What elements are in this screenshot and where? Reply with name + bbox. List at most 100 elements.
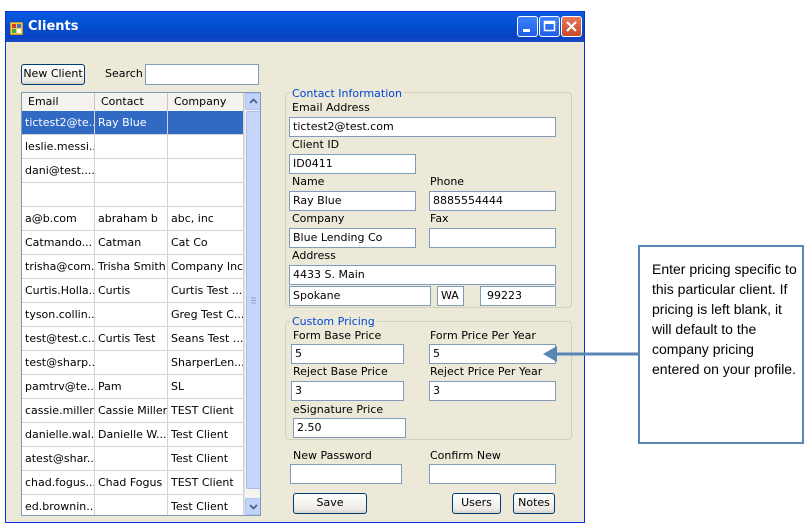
client-id-field[interactable]: ID0411 — [289, 154, 416, 174]
new-password-field[interactable] — [290, 464, 402, 484]
maximize-button[interactable] — [539, 16, 560, 37]
cell-company[interactable]: Cat Co — [168, 231, 244, 254]
cell-contact[interactable]: Pam — [95, 375, 168, 398]
cell-contact[interactable]: Curtis Test — [95, 327, 168, 350]
cell-email[interactable] — [22, 183, 95, 206]
fax-field[interactable] — [429, 228, 556, 248]
cell-company[interactable] — [168, 111, 244, 134]
cell-company[interactable]: Greg Test C... — [168, 303, 244, 326]
cell-contact[interactable]: Ray Blue — [95, 111, 168, 134]
table-row[interactable]: tictest2@te... Ray Blue — [22, 111, 244, 135]
cell-contact[interactable] — [95, 159, 168, 182]
scroll-thumb[interactable] — [246, 111, 260, 489]
cell-company[interactable]: Test Client — [168, 447, 244, 470]
cell-contact[interactable] — [95, 495, 168, 515]
search-input[interactable] — [145, 64, 259, 85]
users-button[interactable]: Users — [452, 493, 501, 514]
table-row[interactable]: tyson.collin... Greg Test C... — [22, 303, 244, 327]
table-row[interactable]: test@test.c... Curtis Test Seans Test ... — [22, 327, 244, 351]
cell-company[interactable] — [168, 183, 244, 206]
cell-email[interactable]: tyson.collin... — [22, 303, 95, 326]
cell-email[interactable]: tictest2@te... — [22, 111, 95, 134]
cell-email[interactable]: chad.fogus... — [22, 471, 95, 494]
cell-contact[interactable]: Trisha Smith — [95, 255, 168, 278]
reject-price-per-year-field[interactable]: 3 — [429, 381, 556, 401]
cell-contact[interactable]: Cassie Miller — [95, 399, 168, 422]
table-row[interactable]: pamtrv@te... Pam SL — [22, 375, 244, 399]
cell-company[interactable]: TEST Client — [168, 471, 244, 494]
scroll-up-button[interactable] — [245, 93, 260, 110]
table-row[interactable]: Catmando... Catman Cat Co — [22, 231, 244, 255]
notes-button[interactable]: Notes — [513, 493, 555, 514]
cell-email[interactable]: cassie.miller... — [22, 399, 95, 422]
table-row[interactable]: danielle.wal... Danielle W... Test Client — [22, 423, 244, 447]
cell-contact[interactable]: Curtis — [95, 279, 168, 302]
cell-email[interactable]: Catmando... — [22, 231, 95, 254]
email-field[interactable]: tictest2@test.com — [289, 117, 556, 137]
column-header-email[interactable]: Email — [22, 93, 95, 111]
table-row[interactable]: trisha@com... Trisha Smith Company Inc — [22, 255, 244, 279]
table-row[interactable]: cassie.miller...Cassie MillerTEST Client — [22, 399, 244, 423]
table-row[interactable]: Curtis.Holla... Curtis Curtis Test ... — [22, 279, 244, 303]
column-header-company[interactable]: Company — [168, 93, 244, 111]
cell-contact[interactable] — [95, 447, 168, 470]
cell-contact[interactable] — [95, 135, 168, 158]
phone-field[interactable]: 8885554444 — [429, 191, 556, 211]
cell-email[interactable]: test@sharp... — [22, 351, 95, 374]
name-field[interactable]: Ray Blue — [289, 191, 416, 211]
new-client-button[interactable]: New Client — [21, 64, 85, 85]
cell-contact[interactable]: abraham b — [95, 207, 168, 230]
zip-field[interactable]: 99223 — [480, 286, 556, 306]
column-header-contact[interactable]: Contact — [95, 93, 168, 111]
cell-company[interactable]: SL — [168, 375, 244, 398]
form-price-per-year-field[interactable]: 5 — [429, 344, 556, 364]
cell-email[interactable]: ed.brownin... — [22, 495, 95, 515]
title-bar[interactable]: Clients — [6, 12, 584, 42]
cell-company[interactable]: TEST Client — [168, 399, 244, 422]
cell-email[interactable]: test@test.c... — [22, 327, 95, 350]
cell-email[interactable]: pamtrv@te... — [22, 375, 95, 398]
cell-company[interactable]: SharperLen... — [168, 351, 244, 374]
grid-scrollbar[interactable] — [244, 93, 260, 515]
cell-contact[interactable] — [95, 303, 168, 326]
cell-company[interactable]: Curtis Test ... — [168, 279, 244, 302]
cell-company[interactable] — [168, 135, 244, 158]
cell-company[interactable]: abc, inc — [168, 207, 244, 230]
reject-base-price-field[interactable]: 3 — [291, 381, 404, 401]
confirm-new-field[interactable] — [429, 464, 556, 484]
table-row[interactable]: leslie.messi... — [22, 135, 244, 159]
cell-contact[interactable] — [95, 183, 168, 206]
company-field[interactable]: Blue Lending Co — [289, 228, 416, 248]
table-row[interactable]: a@b.com abraham b abc, inc — [22, 207, 244, 231]
cell-company[interactable]: Test Client — [168, 423, 244, 446]
cell-email[interactable]: danielle.wal... — [22, 423, 95, 446]
close-button[interactable] — [561, 16, 582, 37]
cell-company[interactable]: Test Client — [168, 495, 244, 515]
cell-company[interactable]: Company Inc — [168, 255, 244, 278]
cell-email[interactable]: a@b.com — [22, 207, 95, 230]
table-row[interactable]: ed.brownin... Test Client — [22, 495, 244, 515]
city-field[interactable]: Spokane — [289, 286, 431, 306]
scroll-down-button[interactable] — [245, 498, 260, 515]
form-base-price-field[interactable]: 5 — [291, 344, 404, 364]
save-button[interactable]: Save — [293, 493, 367, 514]
cell-company[interactable]: Seans Test ... — [168, 327, 244, 350]
cell-email[interactable]: trisha@com... — [22, 255, 95, 278]
cell-email[interactable]: Curtis.Holla... — [22, 279, 95, 302]
table-row[interactable]: test@sharp... SharperLen... — [22, 351, 244, 375]
cell-contact[interactable]: Catman — [95, 231, 168, 254]
table-row[interactable] — [22, 183, 244, 207]
table-row[interactable]: chad.fogus... Chad Fogus TEST Client — [22, 471, 244, 495]
address-field[interactable]: 4433 S. Main — [289, 265, 556, 285]
cell-contact[interactable]: Chad Fogus — [95, 471, 168, 494]
state-field[interactable]: WA — [437, 286, 464, 306]
table-row[interactable]: atest@shar... Test Client — [22, 447, 244, 471]
cell-contact[interactable]: Danielle W... — [95, 423, 168, 446]
cell-company[interactable] — [168, 159, 244, 182]
table-row[interactable]: dani@test.... — [22, 159, 244, 183]
minimize-button[interactable] — [517, 16, 538, 37]
cell-email[interactable]: leslie.messi... — [22, 135, 95, 158]
cell-email[interactable]: atest@shar... — [22, 447, 95, 470]
cell-contact[interactable] — [95, 351, 168, 374]
esignature-price-field[interactable]: 2.50 — [293, 418, 406, 438]
